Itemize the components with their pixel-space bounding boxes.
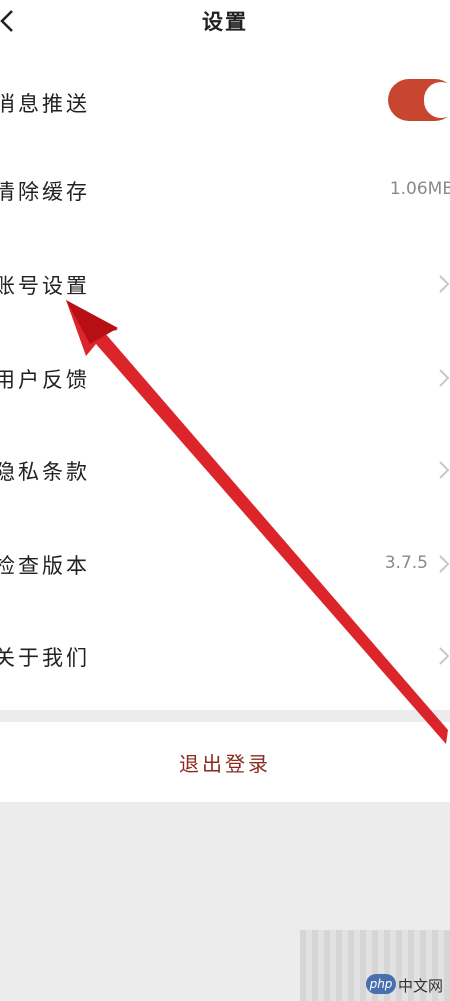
row-clear-cache[interactable]: 清除缓存 1.06MB — [0, 160, 450, 220]
row-label: 隐私条款 — [0, 460, 90, 484]
row-label: 账号设置 — [0, 274, 90, 298]
push-notification-toggle[interactable] — [388, 79, 450, 121]
chevron-right-icon — [439, 461, 450, 479]
chevron-right-icon — [439, 369, 450, 387]
version-value: 3.7.5 — [384, 553, 428, 573]
row-privacy-terms[interactable]: 隐私条款 — [0, 440, 450, 500]
toggle-knob — [424, 82, 450, 118]
watermark-text: 中文网 — [398, 977, 444, 995]
chevron-right-icon — [439, 275, 450, 293]
row-push-notification[interactable]: 消息推送 — [0, 72, 450, 132]
chevron-right-icon — [439, 555, 450, 573]
row-label: 消息推送 — [0, 92, 90, 116]
chevron-right-icon — [439, 647, 450, 665]
row-label: 清除缓存 — [0, 180, 90, 204]
logout-bar: 退出登录 — [0, 722, 450, 802]
row-label: 用户反馈 — [0, 368, 90, 392]
cache-size-value: 1.06MB — [389, 179, 450, 199]
row-about-us[interactable]: 关于我们 — [0, 626, 450, 686]
settings-panel: 设置 消息推送 清除缓存 1.06MB 账号设置 用户反馈 隐私条款 检查版本 … — [0, 0, 450, 710]
row-user-feedback[interactable]: 用户反馈 — [0, 348, 450, 408]
php-cn-watermark: php 中文网 — [366, 972, 450, 998]
row-check-version[interactable]: 检查版本 3.7.5 — [0, 534, 450, 594]
row-account-settings[interactable]: 账号设置 — [0, 254, 450, 314]
logout-button[interactable]: 退出登录 — [0, 748, 450, 777]
page-title: 设置 — [202, 10, 248, 34]
row-label: 检查版本 — [0, 554, 90, 578]
php-logo-icon: php — [366, 974, 396, 994]
row-label: 关于我们 — [0, 646, 90, 670]
header: 设置 — [0, 0, 450, 42]
section-divider — [0, 710, 450, 722]
